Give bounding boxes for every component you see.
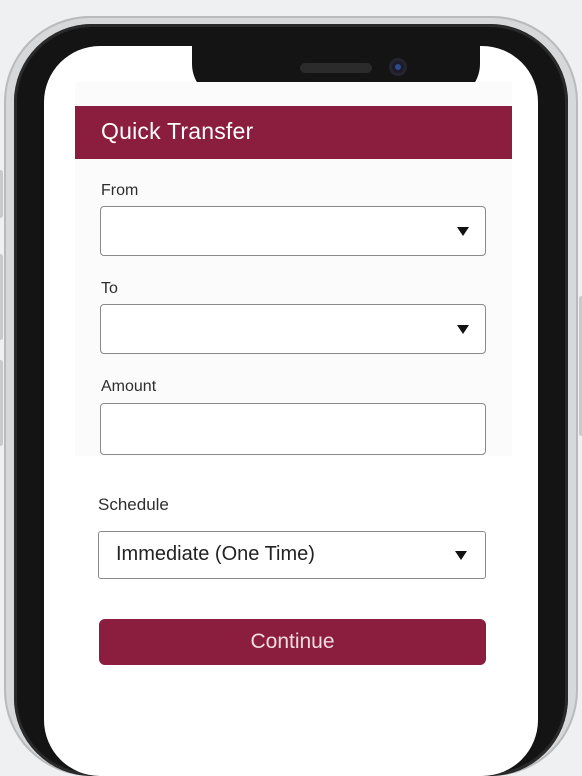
volume-up-button [0, 254, 3, 340]
schedule-label: Schedule [98, 495, 169, 514]
caret-down-icon [457, 325, 469, 334]
speaker-grille [300, 63, 372, 73]
schedule-select[interactable]: Immediate (One Time) [98, 531, 486, 579]
amount-input[interactable] [100, 403, 486, 455]
to-label: To [101, 280, 118, 297]
volume-down-button [0, 360, 3, 446]
caret-down-icon [457, 227, 469, 236]
amount-label: Amount [101, 378, 157, 395]
continue-button[interactable]: Continue [99, 619, 486, 665]
quick-transfer-form: Quick Transfer From To Amount Schedule I… [75, 82, 512, 714]
front-camera-icon [389, 58, 407, 76]
from-select[interactable] [100, 206, 486, 256]
header-bar: Quick Transfer [75, 106, 512, 159]
schedule-value: Immediate (One Time) [116, 543, 315, 565]
silent-switch [0, 170, 3, 218]
from-label: From [101, 182, 139, 199]
caret-down-icon [455, 551, 467, 560]
continue-button-label: Continue [250, 630, 335, 653]
to-select[interactable] [100, 304, 486, 354]
page-title: Quick Transfer [101, 118, 254, 144]
